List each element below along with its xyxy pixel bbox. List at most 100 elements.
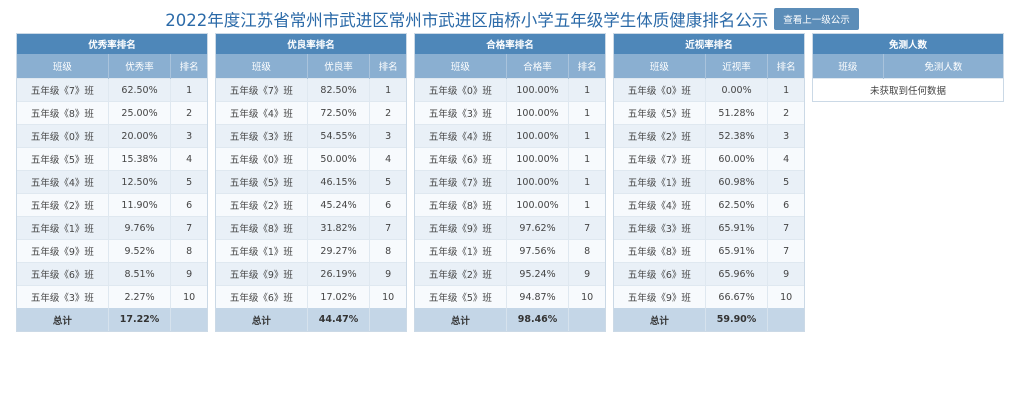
class-cell: 五年级《6》班 <box>415 147 507 171</box>
pass-rate-table: 合格率排名 班级 合格率 排名 五年级《0》班 100.00% 1 五年级《3》班 1… <box>415 34 605 331</box>
panel-title: 优良率排名 <box>216 34 406 54</box>
class-cell: 五年级《9》班 <box>614 285 706 308</box>
rank-cell: 4 <box>170 147 207 171</box>
class-cell: 五年级《5》班 <box>17 147 109 171</box>
column-header-class: 班级 <box>17 54 109 79</box>
page-title: 2022年度江苏省常州市武进区常州市武进区庙桥小学五年级学生体质健康排名公示 <box>165 11 769 30</box>
rate-cell: 100.00% <box>506 147 570 171</box>
total-value: 17.22% <box>108 308 172 331</box>
total-row: 总计 59.90% <box>614 308 804 331</box>
rate-cell: 60.98% <box>705 170 769 194</box>
column-header-class: 班级 <box>216 54 308 79</box>
rate-cell: 26.19% <box>307 262 371 286</box>
rate-cell: 29.27% <box>307 239 371 263</box>
rate-cell: 100.00% <box>506 124 570 148</box>
table-row: 五年级《7》班 100.00% 1 <box>415 170 605 194</box>
class-cell: 五年级《7》班 <box>415 170 507 194</box>
class-cell: 五年级《9》班 <box>415 216 507 240</box>
empty-row: 未获取到任何数据 <box>813 78 1003 101</box>
total-row: 总计 17.22% <box>17 308 207 331</box>
rank-cell: 3 <box>369 124 406 148</box>
panel-title: 免测人数 <box>813 34 1003 54</box>
class-cell: 五年级《8》班 <box>415 193 507 217</box>
class-cell: 五年级《0》班 <box>415 78 507 102</box>
rank-cell: 10 <box>568 285 605 308</box>
rate-cell: 60.00% <box>705 147 769 171</box>
rank-cell: 8 <box>170 239 207 263</box>
table-row: 五年级《3》班 2.27% 10 <box>17 285 207 308</box>
rate-cell: 25.00% <box>108 101 172 125</box>
total-label: 总计 <box>614 308 706 331</box>
rank-cell: 6 <box>170 193 207 217</box>
rank-cell: 7 <box>369 216 406 240</box>
class-cell: 五年级《0》班 <box>17 124 109 148</box>
column-header-class: 班级 <box>813 54 884 79</box>
rank-cell: 2 <box>767 101 804 125</box>
column-header-rate: 优良率 <box>307 54 371 79</box>
class-cell: 五年级《1》班 <box>415 239 507 263</box>
good-rate-panel: 优良率排名 班级 优良率 排名 五年级《7》班 82.50% 1 五年级《4》班 72… <box>215 33 407 332</box>
rate-cell: 62.50% <box>705 193 769 217</box>
class-cell: 五年级《0》班 <box>614 78 706 102</box>
total-label: 总计 <box>216 308 308 331</box>
rate-cell: 62.50% <box>108 78 172 102</box>
rate-cell: 46.15% <box>307 170 371 194</box>
rate-cell: 65.91% <box>705 216 769 240</box>
total-value: 98.46% <box>506 308 570 331</box>
rank-cell: 3 <box>170 124 207 148</box>
class-cell: 五年级《4》班 <box>216 101 308 125</box>
pass-rate-panel: 合格率排名 班级 合格率 排名 五年级《0》班 100.00% 1 五年级《3》班 1… <box>414 33 606 332</box>
table-row: 五年级《0》班 0.00% 1 <box>614 78 804 102</box>
class-cell: 五年级《1》班 <box>216 239 308 263</box>
column-header-exempt-count: 免测人数 <box>883 54 1003 79</box>
total-rank-empty <box>369 308 406 331</box>
class-cell: 五年级《3》班 <box>415 101 507 125</box>
rank-cell: 5 <box>369 170 406 194</box>
table-row: 五年级《1》班 97.56% 8 <box>415 239 605 263</box>
rate-cell: 72.50% <box>307 101 371 125</box>
rank-cell: 9 <box>170 262 207 286</box>
exempt-count-panel: 免测人数 班级 免测人数 未获取到任何数据 <box>812 33 1004 102</box>
class-cell: 五年级《4》班 <box>415 124 507 148</box>
table-row: 五年级《0》班 50.00% 4 <box>216 147 406 171</box>
rate-cell: 100.00% <box>506 78 570 102</box>
rate-cell: 31.82% <box>307 216 371 240</box>
table-row: 五年级《8》班 31.82% 7 <box>216 216 406 240</box>
total-label: 总计 <box>415 308 507 331</box>
excellent-rate-panel: 优秀率排名 班级 优秀率 排名 五年级《7》班 62.50% 1 五年级《8》班 25… <box>16 33 208 332</box>
class-cell: 五年级《1》班 <box>17 216 109 240</box>
table-row: 五年级《2》班 52.38% 3 <box>614 124 804 148</box>
total-row: 总计 98.46% <box>415 308 605 331</box>
rank-cell: 1 <box>568 101 605 125</box>
rank-cell: 5 <box>767 170 804 194</box>
table-row: 五年级《2》班 45.24% 6 <box>216 193 406 217</box>
rate-cell: 100.00% <box>506 101 570 125</box>
class-cell: 五年级《5》班 <box>216 170 308 194</box>
table-row: 五年级《7》班 82.50% 1 <box>216 78 406 102</box>
rate-cell: 15.38% <box>108 147 172 171</box>
rank-cell: 4 <box>369 147 406 171</box>
table-row: 五年级《7》班 62.50% 1 <box>17 78 207 102</box>
total-value: 44.47% <box>307 308 371 331</box>
column-header-rank: 排名 <box>369 54 406 79</box>
rate-cell: 8.51% <box>108 262 172 286</box>
rate-cell: 97.62% <box>506 216 570 240</box>
rank-cell: 1 <box>170 78 207 102</box>
rank-cell: 1 <box>568 78 605 102</box>
rank-cell: 10 <box>369 285 406 308</box>
view-previous-level-button[interactable]: 查看上一级公示 <box>774 8 859 30</box>
rank-cell: 10 <box>170 285 207 308</box>
class-cell: 五年级《8》班 <box>216 216 308 240</box>
table-row: 五年级《0》班 20.00% 3 <box>17 124 207 148</box>
class-cell: 五年级《9》班 <box>216 262 308 286</box>
class-cell: 五年级《2》班 <box>614 124 706 148</box>
panel-title: 合格率排名 <box>415 34 605 54</box>
table-row: 五年级《5》班 94.87% 10 <box>415 285 605 308</box>
table-row: 五年级《8》班 100.00% 1 <box>415 193 605 217</box>
rate-cell: 9.52% <box>108 239 172 263</box>
table-row: 五年级《9》班 66.67% 10 <box>614 285 804 308</box>
column-header-rate: 合格率 <box>506 54 570 79</box>
total-rank-empty <box>767 308 804 331</box>
class-cell: 五年级《4》班 <box>17 170 109 194</box>
table-row: 五年级《3》班 54.55% 3 <box>216 124 406 148</box>
